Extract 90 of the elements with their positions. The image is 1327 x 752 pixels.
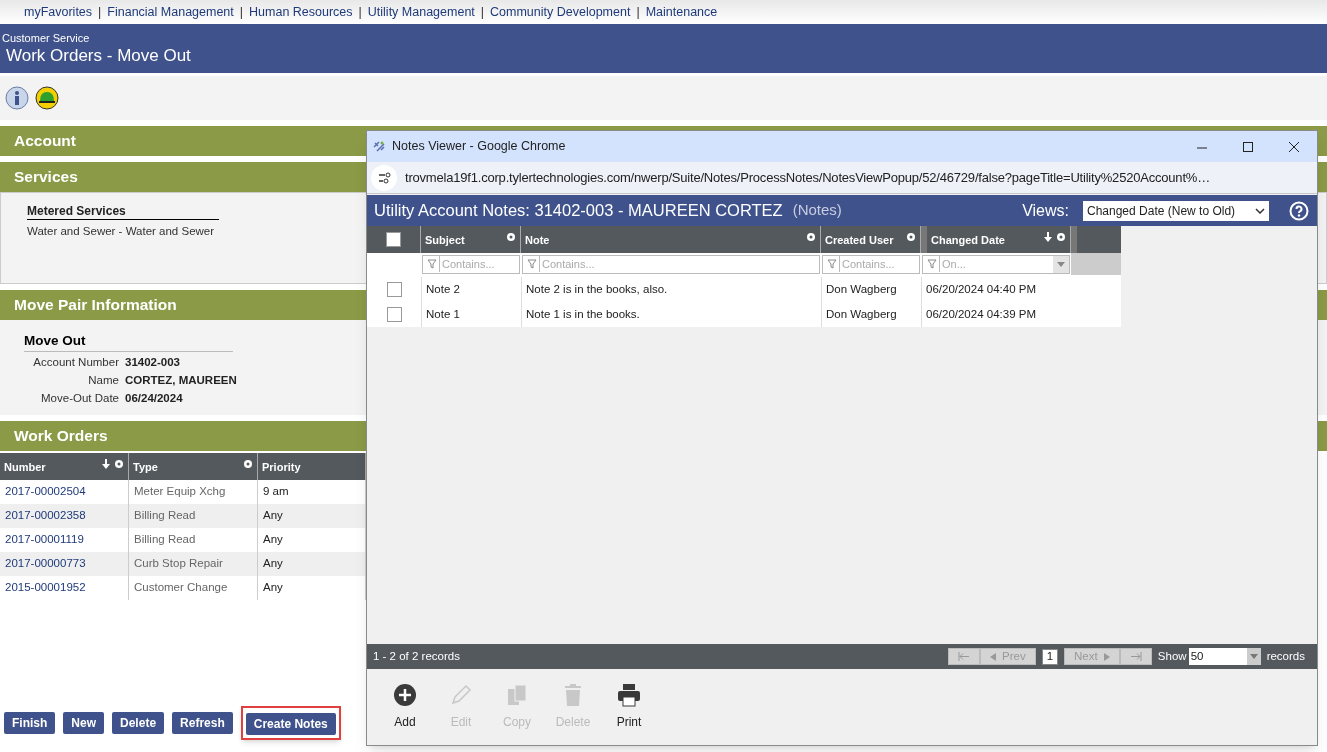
pencil-icon [449,683,473,707]
work-order-link[interactable]: 2015-00001952 [0,576,129,600]
table-cell: Note 2 [421,277,521,302]
sort-arrow-icon[interactable] [1044,232,1052,242]
checkbox[interactable] [386,232,401,247]
nav-separator: | [98,3,102,21]
gear-icon[interactable] [243,459,253,469]
action-button[interactable]: Delete [112,712,165,734]
service-line: Water and Sewer - Water and Sewer [27,224,215,239]
site-settings-icon[interactable] [371,164,397,191]
action-button[interactable]: Refresh [172,712,233,734]
url-text: trovmela19f1.corp.tylertechnologies.com/nwerp/Suite/Notes/ProcessNotes/NotesViewPopup/52/46729/false?pageTitle=Utility%2520Account%… [405,168,1210,187]
printer-icon [617,683,641,707]
column-heading: Metered Services [27,203,219,220]
filter-icon [927,259,937,269]
first-page-button[interactable] [947,648,980,665]
table-cell: Don Wagberg [821,277,921,302]
record-count: 1 - 2 of 2 records [373,648,461,664]
nav-link[interactable]: Community Development [490,2,631,22]
field-value: 06/24/2024 [125,391,184,406]
views-label: Views: [1022,200,1069,221]
field-label: Account Number [32,355,119,370]
nav-link[interactable]: Utility Management [367,2,475,22]
gear-icon[interactable] [114,459,124,469]
table-cell: 06/20/2024 04:40 PM [921,277,1071,302]
triangle-left-icon [990,652,997,661]
nav-separator: | [239,3,244,21]
info-icon[interactable] [5,86,29,110]
gear-icon[interactable] [806,232,816,242]
table-cell: Don Wagberg [821,302,921,327]
dropdown-arrow-icon [1249,654,1258,659]
action-button[interactable]: Finish [4,712,56,734]
resize-handle[interactable] [1071,226,1077,253]
nav-link[interactable]: myFavorites [24,2,93,22]
gear-icon[interactable] [906,232,916,242]
group-heading: Move Out [24,332,233,352]
help-icon[interactable] [1289,200,1309,221]
field-label: Move-Out Date [40,391,119,406]
table-cell: Note 1 [421,302,521,327]
nav-link[interactable]: Human Resources [249,2,353,22]
sort-arrow-icon[interactable] [102,459,110,469]
hard-hat-icon[interactable] [35,86,59,110]
page-title: Work Orders - Move Out [5,45,191,67]
table-cell: 06/20/2024 04:39 PM [921,302,1071,327]
app-icon [373,140,386,153]
toolbar-button[interactable]: Add [377,683,433,731]
records-label: records [1266,648,1305,664]
notes-title: Utility Account Notes: 31402-003 - MAUREEN CORTEZ [374,200,783,222]
gear-icon[interactable] [1056,232,1066,242]
table-cell: Note 2 is in the books, also. [521,277,821,302]
filter-row-spacer [1071,253,1121,275]
section-title: Work Orders [14,426,108,447]
copy-icon [505,683,529,707]
field-value: 31402-003 [125,355,181,370]
filter-icon [827,259,837,269]
section-title: Account [14,131,76,152]
first-page-icon [957,652,970,661]
section-title: Move Pair Information [14,295,177,316]
page-size-dropdown[interactable]: 50 [1188,648,1261,665]
filter-icon [527,259,537,269]
field-label: Name [87,373,119,388]
plus-circle-icon [393,683,417,707]
action-button[interactable]: New [63,712,105,734]
close-icon[interactable] [1288,140,1300,153]
last-page-icon [1129,652,1142,661]
filter-icon [427,259,437,269]
section-title: Services [14,167,78,188]
chevron-down-icon [1255,207,1265,214]
action-button[interactable]: Create Notes [245,713,336,735]
nav-separator: | [358,3,362,21]
table-cell: Note 1 is in the books. [521,302,821,327]
checkbox[interactable] [386,282,402,297]
nav-link[interactable]: Maintenance [645,2,718,22]
nav-separator: | [636,3,640,21]
notes-subtitle: (Notes) [792,200,843,221]
nav-link[interactable]: Financial Management [107,2,234,22]
toolbar-button[interactable]: Print [601,683,657,731]
table-cell: Customer Change [129,576,258,600]
gear-icon[interactable] [506,232,516,242]
window-title: Notes Viewer - Google Chrome [392,138,567,156]
dropdown-arrow-icon[interactable] [1057,261,1065,267]
triangle-right-icon [1103,652,1110,661]
page-number[interactable]: 1 [1041,648,1058,665]
nav-separator: | [480,3,485,21]
checkbox[interactable] [386,307,402,322]
module-label: Customer Service [1,31,90,45]
show-label: Show [1157,648,1187,664]
maximize-icon[interactable] [1242,140,1254,153]
views-dropdown[interactable]: Changed Date (New to Old) [1083,200,1269,221]
field-value: CORTEZ, MAUREEN [125,373,237,388]
